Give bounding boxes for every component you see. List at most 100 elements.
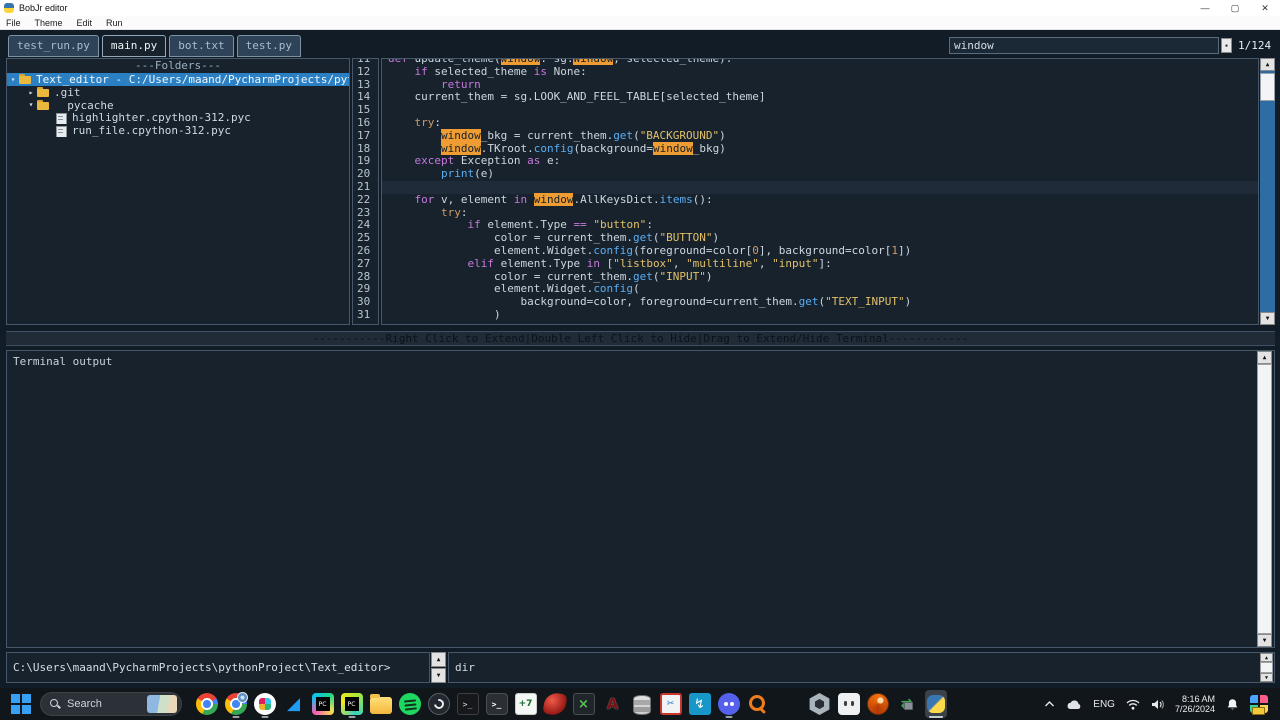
taskbar-item-vscode[interactable] [283,690,305,718]
app-window: test_run.pymain.pybot.txttest.py ▪ 1/124… [0,30,1280,688]
taskbar-item-discord[interactable] [718,690,740,718]
menu-item-file[interactable]: File [6,18,21,28]
tree-item[interactable]: ▾ Text_editor - C:/Users/maand/PycharmPro… [7,73,349,86]
menu-item-theme[interactable]: Theme [35,18,63,28]
notification-bell-icon[interactable] [1226,698,1239,711]
taskbar-item-explorer[interactable] [370,690,392,718]
scroll-down-icon[interactable]: ▼ [1257,634,1272,647]
terminal-scrollbar[interactable]: ▲ ▼ [1257,351,1272,647]
entry-scrollbar[interactable]: ▲ ▼ [1260,653,1273,682]
onedrive-cloud-icon[interactable] [1066,699,1082,710]
taskbar-item-vpnlock[interactable] [896,690,918,718]
close-button[interactable]: ✕ [1250,0,1280,16]
command-row: C:\Users\maand\PycharmProjects\pythonPro… [0,652,1280,684]
terminal-panel: Terminal output ▲ ▼ [6,350,1275,648]
taskbar-item-recorder[interactable] [573,690,595,718]
taskbar-item-terminal[interactable] [486,690,508,718]
taskbar-item-everything[interactable] [747,690,769,718]
pycharm-ce-icon [341,693,363,715]
wifi-icon[interactable] [1126,699,1140,710]
search-stepper[interactable]: ▪ [1221,38,1232,53]
taskbar-item-autohotkey[interactable] [602,690,624,718]
search-match-highlight: window [534,193,574,206]
cmd-icon [457,693,479,715]
scroll-down-icon[interactable]: ▼ [1260,673,1273,682]
tab-test_run.py[interactable]: test_run.py [8,35,99,57]
terminal-icon [486,693,508,715]
taskbar-item-hexcube[interactable] [809,690,831,718]
window-title: BobJr editor [19,3,68,13]
taskbar-item-orangeapp[interactable] [867,690,889,718]
spinner-down-icon[interactable]: ▼ [431,668,446,683]
tab-bot.txt[interactable]: bot.txt [169,35,233,57]
editor-scrollbar[interactable]: ▲ ▼ [1260,58,1275,325]
line-number: 12 [353,66,378,79]
taskbar-search[interactable]: Search [40,692,182,716]
widgets-icon[interactable] [1250,695,1268,713]
taskbar-item-python[interactable] [925,690,947,718]
line-number: 26 [353,245,378,258]
code-editor[interactable]: def update_theme(window: sg.Window, sele… [381,58,1259,325]
command-prompt[interactable]: C:\Users\maand\PycharmProjects\pythonPro… [6,652,430,683]
line-number: 16 [353,117,378,130]
explorer-icon [370,697,392,714]
command-entry[interactable]: dir ▲ ▼ [448,652,1275,683]
taskbar-item-seven-plus[interactable] [515,690,537,718]
scroll-up-icon[interactable]: ▲ [1257,351,1272,364]
command-spinner[interactable]: ▲ ▼ [431,652,446,683]
taskbar-item-twodots[interactable] [838,690,860,718]
line-number: 22 [353,194,378,207]
taskbar-item-snip[interactable] [660,690,682,718]
tab-main.py[interactable]: main.py [102,35,166,57]
tree-down-arrow-icon[interactable]: ▾ [25,100,37,109]
maximize-button[interactable]: ▢ [1220,0,1250,16]
chrome-beta-icon [225,693,247,715]
tray-clock[interactable]: 8:16 AM 7/26/2024 [1175,694,1215,714]
terminal-scroll-thumb[interactable] [1257,364,1272,634]
terminal-output[interactable]: Terminal output [7,351,1274,372]
code-line: current_them = sg.LOOK_AND_FEEL_TABLE[se… [382,91,1258,104]
tree-item[interactable]: ▸.git [7,86,349,99]
menu-item-run[interactable]: Run [106,18,123,28]
taskbar-item-spotify[interactable] [399,690,421,718]
taskbar-item-chrome[interactable] [196,690,218,718]
tree-item[interactable]: run_file.cpython-312.pyc [7,124,349,137]
tab-test.py[interactable]: test.py [237,35,301,57]
editor-scroll-thumb[interactable] [1260,73,1275,101]
taskbar-item-pycharm[interactable] [312,690,334,718]
folders-panel: ---Folders--- ▾Text_editor - C:/Users/ma… [6,58,350,325]
taskbar-item-database[interactable] [631,690,653,718]
start-button[interactable] [10,693,32,715]
tree-item[interactable]: highlighter.cpython-312.pyc [7,111,349,124]
obs-icon [428,693,450,715]
scroll-down-icon[interactable]: ▼ [1260,312,1275,325]
volume-icon[interactable] [1151,699,1164,710]
tree-item-label: Text_editor - C:/Users/maand/PycharmProj… [36,73,349,86]
spinner-up-icon[interactable]: ▲ [431,652,446,667]
taskbar-item-obs[interactable] [428,690,450,718]
scroll-up-icon[interactable]: ▲ [1260,58,1275,71]
tray-chevron-up-icon[interactable] [1044,700,1055,708]
everything-icon [747,693,769,715]
scroll-up-icon[interactable]: ▲ [1260,653,1273,662]
tree-right-arrow-icon[interactable]: ▸ [25,88,37,97]
taskbar-item-chrome-beta[interactable] [225,690,247,718]
taskbar-item-pycharm-ce[interactable] [341,690,363,718]
terminal-splitter[interactable]: -----------Right Click to Extend|Double … [6,331,1275,346]
taskbar-item-cmd[interactable] [457,690,479,718]
minimize-button[interactable]: — [1190,0,1220,16]
taskbar-item-slack[interactable] [254,690,276,718]
tray-language[interactable]: ENG [1093,699,1115,710]
menu-item-edit[interactable]: Edit [77,18,93,28]
taskbar-item-dragon[interactable] [544,690,566,718]
tray-date: 7/26/2024 [1175,704,1215,714]
search-input[interactable] [949,37,1219,54]
tree-down-arrow-icon[interactable]: ▾ [7,75,19,84]
code-line: background=color, foreground=current_the… [382,296,1258,309]
line-number: 17 [353,130,378,143]
tree-item[interactable]: ▾__pycache__ [7,99,349,112]
pycharm-icon [312,693,334,715]
taskbar-item-lightning[interactable] [689,690,711,718]
screen: BobJr editor — ▢ ✕ File Theme Edit Run test… [0,0,1280,720]
recorder-icon [573,693,595,715]
